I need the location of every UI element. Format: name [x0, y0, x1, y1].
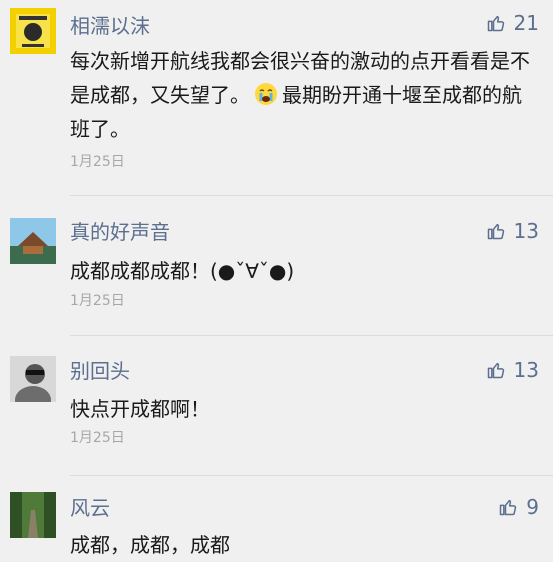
comment-date: 1月25日 [70, 154, 125, 170]
crying-face-emoji-icon [255, 83, 277, 105]
like-button[interactable]: 13 [486, 220, 539, 242]
like-count: 21 [513, 11, 539, 35]
like-button[interactable]: 21 [486, 12, 539, 34]
comment-4: 风云 9 成都，成都，成都 [0, 476, 553, 561]
thumbs-up-icon [500, 499, 517, 516]
like-button[interactable]: 13 [486, 359, 539, 381]
avatar[interactable] [10, 218, 56, 264]
comment-3: 别回头 13 快点开成都啊！ 1月25日 [0, 336, 553, 476]
thumbs-up-icon [487, 223, 504, 240]
comment-text: 成都，成都，成都 [70, 533, 230, 557]
comment-date: 1月25日 [70, 430, 125, 446]
comment-1: 相濡以沫 21 每次新增开航线我都会很兴奋的激动的点开看看是不是成都，又失望了。… [0, 0, 553, 196]
comment-text: 成都成都成都！(●ˇ∀ˇ●) [70, 259, 295, 283]
comment-author[interactable]: 别回头 [70, 359, 130, 383]
avatar[interactable] [10, 8, 56, 54]
comment-2: 真的好声音 13 成都成都成都！(●ˇ∀ˇ●) 1月25日 [0, 196, 553, 336]
thumbs-up-icon [487, 15, 504, 32]
like-count: 13 [513, 219, 539, 243]
like-count: 9 [526, 495, 539, 519]
comment-text: 快点开成都啊！ [70, 397, 210, 421]
comment-date: 1月25日 [70, 293, 125, 309]
comment-author[interactable]: 风云 [70, 496, 110, 520]
avatar[interactable] [10, 356, 56, 402]
comment-text: 每次新增开航线我都会很兴奋的激动的点开看看是不是成都，又失望了。 最期盼开通十堰… [70, 44, 531, 146]
comment-author[interactable]: 相濡以沫 [70, 14, 150, 38]
thumbs-up-icon [487, 362, 504, 379]
like-count: 13 [513, 358, 539, 382]
like-button[interactable]: 9 [498, 496, 539, 518]
avatar[interactable] [10, 492, 56, 538]
comment-author[interactable]: 真的好声音 [70, 220, 170, 244]
